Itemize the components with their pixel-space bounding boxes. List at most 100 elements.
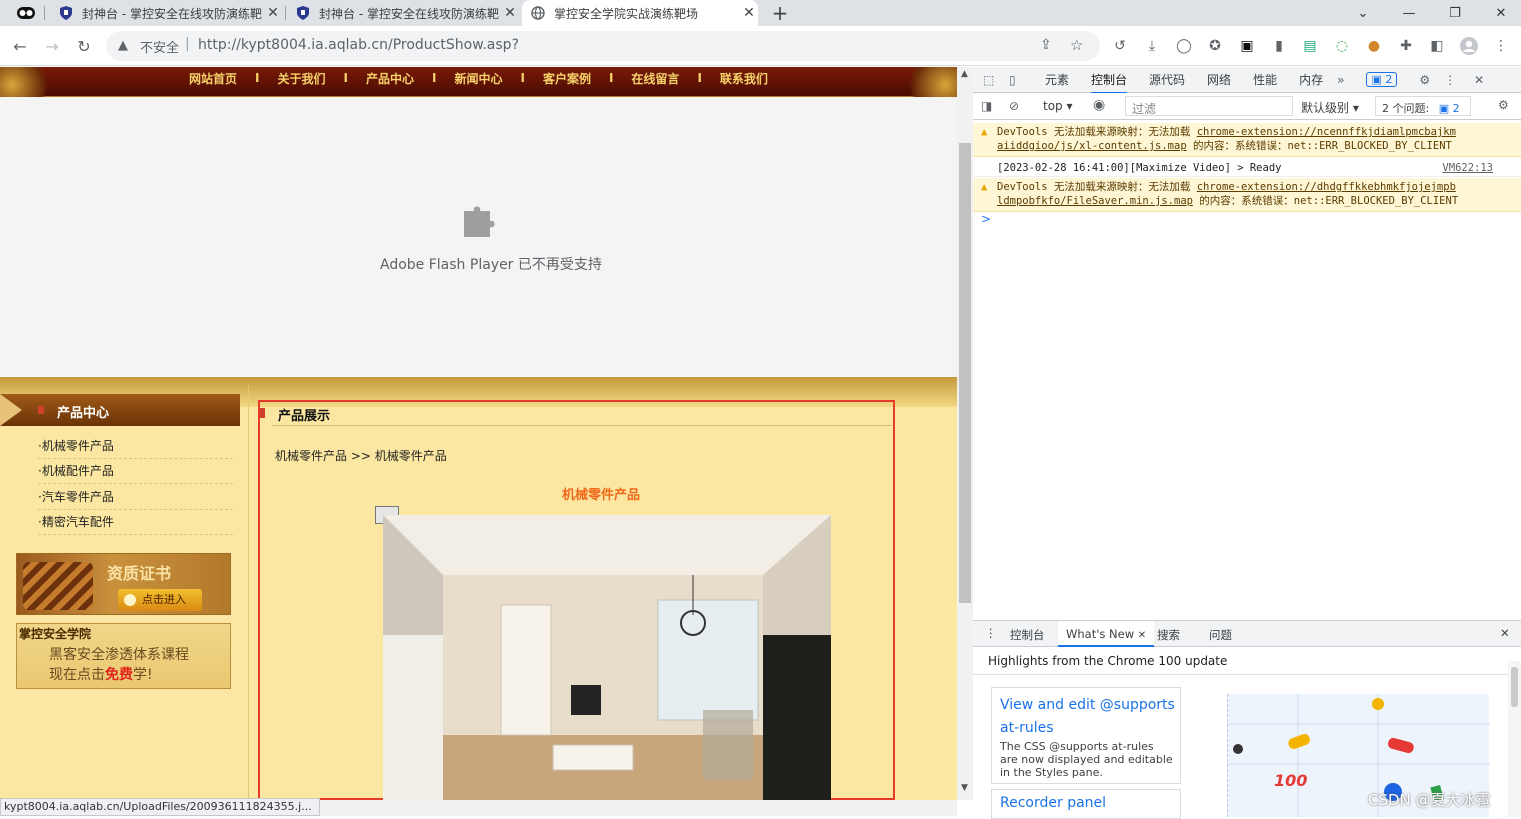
window-close-icon[interactable]: ✕	[1478, 0, 1521, 26]
kebab-menu-icon[interactable]: ⋮	[1444, 73, 1456, 87]
extension-icon[interactable]: ◯	[1174, 36, 1194, 56]
back-icon[interactable]: ←	[8, 34, 32, 58]
drawer-menu-icon[interactable]: ⋮	[985, 626, 997, 640]
profile-icon[interactable]	[14, 4, 38, 22]
close-devtools-icon[interactable]: ✕	[1474, 73, 1484, 87]
tab-3-active[interactable]: 掌控安全学院实战演练靶场 ✕	[522, 0, 758, 26]
filter-input[interactable]: 过滤	[1125, 96, 1293, 116]
console-settings-icon[interactable]: ⚙	[1498, 98, 1509, 112]
nav-cases[interactable]: 客户案例	[543, 70, 591, 87]
levels-select[interactable]: 默认级别 ▾	[1301, 99, 1359, 116]
tab-console[interactable]: 控制台	[1091, 66, 1128, 94]
ad-banner[interactable]: 掌控安全学院 黑客安全渗透体系课程 现在点击免费学!	[16, 623, 231, 689]
nav-contact[interactable]: 联系我们	[720, 70, 768, 87]
more-tabs-icon[interactable]: »	[1337, 73, 1344, 87]
address-bar[interactable]: ▲ 不安全 | http://kypt8004.ia.aqlab.cn/Prod…	[106, 31, 1100, 61]
drawer-tab-console[interactable]: 控制台	[1010, 627, 1045, 643]
avatar[interactable]	[1459, 36, 1479, 56]
tab-elements[interactable]: 元素	[1045, 71, 1069, 88]
bookmark-star-icon[interactable]: ☆	[1070, 36, 1083, 54]
cert-title: 资质证书	[107, 564, 172, 583]
tab-memory[interactable]: 内存	[1299, 71, 1323, 88]
flash-placeholder: Adobe Flash Player 已不再受支持	[0, 97, 957, 377]
console-warning: ▲ DevTools 无法加载来源映射：无法加载 chrome-extensio…	[973, 178, 1521, 212]
svg-text:100: 100	[1274, 771, 1307, 790]
tab-network[interactable]: 网络	[1207, 71, 1231, 88]
ad-title: 掌控安全学院	[19, 627, 92, 641]
console-prompt[interactable]: >	[981, 212, 991, 226]
sidebar-item[interactable]: ·机械配件产品	[38, 459, 233, 484]
breadcrumb: 机械零件产品 >> 机械零件产品	[275, 449, 447, 463]
drawer-tab-whats-new[interactable]: What's New ✕	[1058, 621, 1155, 647]
drawer-tab-search[interactable]: 搜索	[1157, 627, 1180, 643]
tab-search-icon[interactable]: ⌄	[1340, 0, 1386, 26]
page-vertical-scrollbar[interactable]: ▲ ▼	[957, 67, 973, 800]
settings-icon[interactable]: ⚙	[1419, 73, 1430, 87]
sidebar-item[interactable]: ·机械零件产品	[38, 434, 233, 459]
reload-icon[interactable]: ↻	[72, 34, 96, 58]
warning-icon: ▲	[981, 126, 988, 138]
nav-products[interactable]: 产品中心	[366, 70, 414, 87]
nav-news[interactable]: 新闻中心	[454, 70, 502, 87]
product-image[interactable]	[383, 515, 831, 800]
ad-line2: 现在点击免费学!	[49, 667, 153, 683]
inspect-icon[interactable]: ⬚	[983, 73, 999, 87]
close-icon[interactable]: ✕	[501, 5, 519, 21]
nav-about[interactable]: 关于我们	[277, 70, 325, 87]
puzzle-icon[interactable]: ✚	[1396, 36, 1416, 56]
cookie-icon[interactable]: ●	[1364, 36, 1384, 56]
tab-2[interactable]: 封神台 - 掌控安全在线攻防演练靶 ✕	[287, 0, 519, 26]
feature-card[interactable]: View and edit @supports at-rules The CSS …	[991, 687, 1181, 784]
devtools-tabbar: ⬚ ▯ 元素 控制台 源代码 网络 性能 内存 » ▣ 2 ⚙ ⋮ ✕	[973, 66, 1521, 94]
drawer-tab-issues[interactable]: 问题	[1209, 627, 1232, 643]
extension-icon[interactable]: ◌	[1332, 36, 1352, 56]
nav-home[interactable]: 网站首页	[189, 70, 237, 87]
devtools-drawer: ⋮ 控制台 What's New ✕ 搜索 问题 ✕ Highlights fr…	[973, 620, 1521, 819]
tab-1[interactable]: 封神台 - 掌控安全在线攻防演练靶 ✕	[50, 0, 282, 26]
sidebar-title: 产品中心	[57, 406, 110, 421]
extension-icon[interactable]: ↺	[1110, 36, 1130, 56]
close-icon[interactable]: ✕	[264, 5, 282, 21]
left-sidebar: 产品中心 ·机械零件产品 ·机械配件产品 ·汽车零件产品 ·精密汽车配件 资质证…	[0, 389, 248, 800]
extension-icon[interactable]: ▮	[1269, 36, 1289, 56]
extension-icon[interactable]: ▣	[1237, 36, 1257, 56]
sidebar-item[interactable]: ·汽车零件产品	[38, 485, 233, 510]
console-filter-bar: ◨ ⊘ top ▾ ◉ 过滤 默认级别 ▾ 2 个问题: ▣ 2 ⚙	[973, 93, 1521, 120]
extension-star-icon[interactable]: ✪	[1205, 36, 1225, 56]
context-select[interactable]: top ▾	[1043, 99, 1073, 113]
share-icon[interactable]: ⇪	[1040, 37, 1052, 53]
feature-card[interactable]: Recorder panel	[991, 789, 1181, 819]
tab-performance[interactable]: 性能	[1253, 71, 1277, 88]
console-warning: ▲ DevTools 无法加载来源映射：无法加载 chrome-extensio…	[973, 123, 1521, 157]
plugin-puzzle-icon	[460, 197, 504, 241]
menu-icon[interactable]: ⋮	[1491, 36, 1511, 56]
insecure-label: 不安全	[140, 41, 180, 56]
globe-favicon-icon	[530, 5, 546, 21]
sidebar-toggle-icon[interactable]: ◨	[981, 99, 992, 113]
issues-badge[interactable]: ▣ 2	[1366, 72, 1398, 87]
sidebar-header: 产品中心	[0, 394, 240, 426]
tab-sources[interactable]: 源代码	[1149, 71, 1185, 88]
download-icon[interactable]: ⤓	[1142, 36, 1162, 56]
extension-icon[interactable]: ▤	[1300, 36, 1320, 56]
browser-toolbar: ← → ↻ ▲ 不安全 | http://kypt8004.ia.aqlab.c…	[0, 26, 1521, 66]
new-tab-icon[interactable]: +	[768, 2, 792, 24]
arrow-icon	[124, 594, 136, 606]
close-icon[interactable]: ✕	[740, 5, 758, 21]
side-panel-icon[interactable]: ◧	[1427, 36, 1447, 56]
clear-console-icon[interactable]: ⊘	[1009, 99, 1019, 113]
url-text: http://kypt8004.ia.aqlab.cn/ProductShow.…	[198, 37, 520, 53]
nav-guestbook[interactable]: 在线留言	[631, 70, 679, 87]
device-toolbar-icon[interactable]: ▯	[1009, 73, 1025, 87]
drawer-scrollbar[interactable]	[1508, 661, 1521, 817]
close-drawer-icon[interactable]: ✕	[1500, 626, 1510, 640]
sidebar-item[interactable]: ·精密汽车配件	[38, 510, 233, 535]
tab-title: 封神台 - 掌控安全在线攻防演练靶	[319, 6, 499, 21]
eye-icon[interactable]: ◉	[1093, 97, 1105, 113]
cert-banner[interactable]: 资质证书 点击进入	[16, 553, 231, 615]
enter-button[interactable]: 点击进入	[118, 589, 202, 611]
forward-icon[interactable]: →	[40, 34, 64, 58]
maximize-icon[interactable]: ❐	[1432, 0, 1478, 26]
issues-counter[interactable]: 2 个问题: ▣ 2	[1375, 96, 1471, 116]
minimize-icon[interactable]: —	[1386, 0, 1432, 26]
